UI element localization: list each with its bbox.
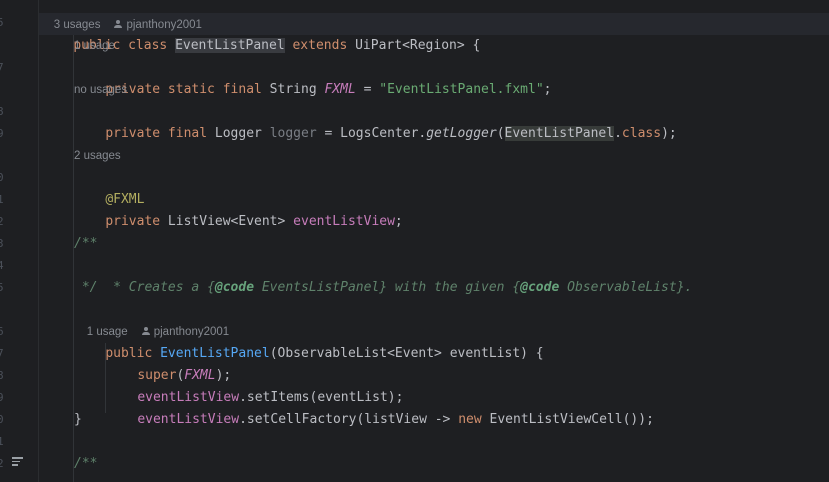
line-number: 8: [0, 369, 4, 382]
usages-inlay[interactable]: no usages: [74, 79, 127, 101]
line-number: 5: [0, 16, 4, 29]
code-line: }: [74, 412, 82, 427]
line-number: 5: [0, 281, 4, 294]
code-editor[interactable]: 3 usages pjanthony2001 public class Event…: [39, 0, 829, 482]
line-number: 6: [0, 325, 4, 338]
usages-inlay[interactable]: 1 usage: [74, 35, 115, 57]
structure-icon[interactable]: [12, 457, 23, 466]
line-number: 7: [0, 61, 4, 74]
code-line: private final Logger logger = LogsCenter…: [105, 126, 677, 141]
line-number: 9: [0, 391, 4, 404]
javadoc-line: */: [74, 280, 98, 295]
line-number: 1: [0, 435, 4, 448]
line-number: 8: [0, 105, 4, 118]
line-number: 9: [0, 127, 4, 140]
line-number: 2: [0, 457, 4, 470]
usages-inlay[interactable]: 2 usages: [74, 145, 121, 167]
javadoc-line: /**: [74, 236, 98, 251]
javadoc-line: /**: [74, 456, 98, 471]
line-number: 7: [0, 347, 4, 360]
class-name: EventListPanel: [175, 38, 285, 53]
line-number: 0: [0, 171, 4, 184]
line-number: 1: [0, 193, 4, 206]
line-number: 4: [0, 259, 4, 272]
code-line: eventListView.setCellFactory(listView ->…: [137, 412, 654, 427]
line-number: 3: [0, 237, 4, 250]
code-line: private ListView<Event> eventListView;: [105, 214, 403, 229]
line-number-gutter: 5 7 8 9 0 1 2 3 4 5 6 7 8 9 0 1 2: [0, 0, 39, 482]
line-number: 0: [0, 413, 4, 426]
line-number: 2: [0, 215, 4, 228]
